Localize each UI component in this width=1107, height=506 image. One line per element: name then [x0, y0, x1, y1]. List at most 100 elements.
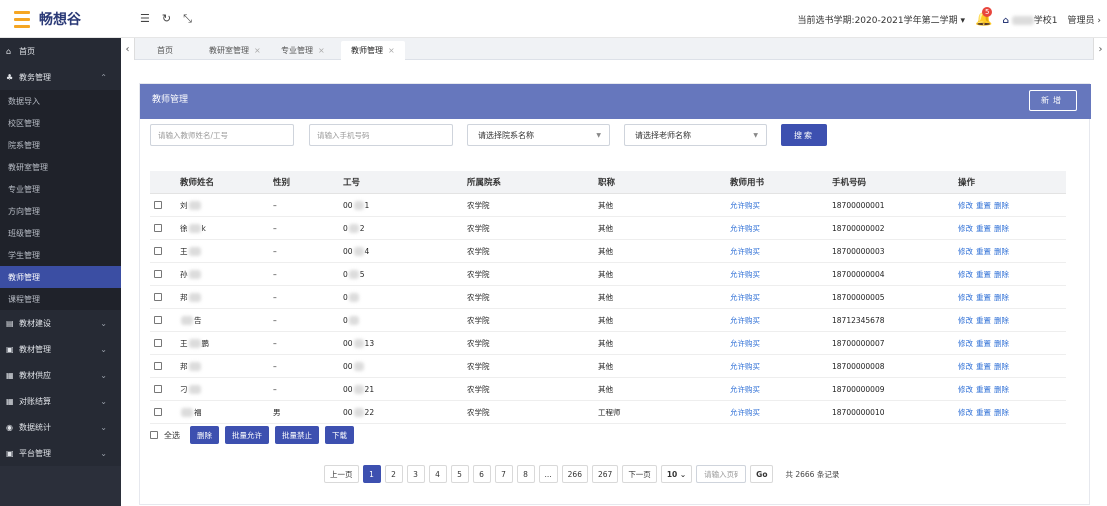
tab-2[interactable]: 专业管理 × — [271, 41, 335, 60]
tab-next-button[interactable]: › — [1093, 38, 1107, 60]
reset-link[interactable]: 重置 — [976, 292, 991, 303]
phone-input[interactable] — [309, 124, 453, 146]
allow-purchase-link[interactable]: 允许购买 — [730, 361, 760, 372]
sidebar-item-13[interactable]: ▣ 教材管理 ⌄ — [0, 336, 121, 362]
row-checkbox[interactable] — [154, 270, 162, 278]
sidebar-item-7[interactable]: 方向管理 — [0, 200, 121, 222]
edit-link[interactable]: 修改 — [958, 315, 973, 326]
delete-link[interactable]: 删除 — [994, 361, 1009, 372]
edit-link[interactable]: 修改 — [958, 361, 973, 372]
sidebar-item-12[interactable]: ▤ 教材建设 ⌄ — [0, 310, 121, 336]
delete-link[interactable]: 删除 — [994, 338, 1009, 349]
row-checkbox[interactable] — [154, 316, 162, 324]
sidebar-item-11[interactable]: 课程管理 — [0, 288, 121, 310]
allow-purchase-link[interactable]: 允许购买 — [730, 315, 760, 326]
row-checkbox[interactable] — [154, 339, 162, 347]
teacher-name-input[interactable] — [150, 124, 294, 146]
sidebar-item-6[interactable]: 专业管理 — [0, 178, 121, 200]
edit-link[interactable]: 修改 — [958, 246, 973, 257]
allow-purchase-link[interactable]: 允许购买 — [730, 384, 760, 395]
sidebar-item-9[interactable]: 学生管理 — [0, 244, 121, 266]
tab-prev-button[interactable]: ‹ — [121, 38, 135, 60]
close-icon[interactable]: × — [318, 46, 325, 55]
sidebar-item-15[interactable]: ▦ 对账结算 ⌄ — [0, 388, 121, 414]
sidebar-item-5[interactable]: 教研室管理 — [0, 156, 121, 178]
delete-link[interactable]: 删除 — [994, 384, 1009, 395]
row-checkbox[interactable] — [154, 385, 162, 393]
reset-link[interactable]: 重置 — [976, 315, 991, 326]
edit-link[interactable]: 修改 — [958, 384, 973, 395]
prev-page-button[interactable]: 上一页 — [324, 465, 359, 483]
sidebar-item-10[interactable]: 教师管理 — [0, 266, 121, 288]
close-icon[interactable]: × — [254, 46, 261, 55]
teacher-select[interactable]: 请选择老师名称 ▼ — [624, 124, 767, 146]
delete-link[interactable]: 删除 — [994, 292, 1009, 303]
download-button[interactable]: 下载 — [325, 426, 354, 444]
close-icon[interactable]: × — [388, 46, 395, 55]
page-button[interactable]: 2 — [384, 465, 403, 483]
allow-purchase-link[interactable]: 允许购买 — [730, 407, 760, 418]
edit-link[interactable]: 修改 — [958, 292, 973, 303]
goto-page-input[interactable] — [696, 465, 747, 483]
edit-link[interactable]: 修改 — [958, 223, 973, 234]
page-button[interactable]: 6 — [472, 465, 491, 483]
delete-link[interactable]: 删除 — [994, 315, 1009, 326]
batch-delete-button[interactable]: 删除 — [190, 426, 219, 444]
sidebar-item-1[interactable]: ♣ 教务管理 ⌃ — [0, 64, 121, 90]
row-checkbox[interactable] — [154, 247, 162, 255]
page-button[interactable]: 266 — [561, 465, 588, 483]
tab-3[interactable]: 教师管理 × — [341, 41, 405, 60]
sidebar-item-8[interactable]: 班级管理 — [0, 222, 121, 244]
delete-link[interactable]: 删除 — [994, 269, 1009, 280]
row-checkbox[interactable] — [154, 201, 162, 209]
reset-link[interactable]: 重置 — [976, 407, 991, 418]
row-checkbox[interactable] — [154, 293, 162, 301]
sidebar-item-3[interactable]: 校区管理 — [0, 112, 121, 134]
delete-link[interactable]: 删除 — [994, 223, 1009, 234]
go-button[interactable]: Go — [750, 465, 774, 483]
allow-purchase-link[interactable]: 允许购买 — [730, 269, 760, 280]
next-page-button[interactable]: 下一页 — [622, 465, 657, 483]
page-button[interactable]: 5 — [450, 465, 469, 483]
batch-allow-button[interactable]: 批量允许 — [225, 426, 269, 444]
delete-link[interactable]: 删除 — [994, 200, 1009, 211]
reset-link[interactable]: 重置 — [976, 361, 991, 372]
user-menu[interactable]: 管理员 › — [1068, 13, 1101, 26]
row-checkbox[interactable] — [154, 362, 162, 370]
allow-purchase-link[interactable]: 允许购买 — [730, 223, 760, 234]
page-button[interactable]: 7 — [494, 465, 513, 483]
reset-link[interactable]: 重置 — [976, 223, 991, 234]
edit-link[interactable]: 修改 — [958, 338, 973, 349]
menu-collapse-icon[interactable]: ☰ — [140, 12, 150, 26]
reset-link[interactable]: 重置 — [976, 200, 991, 211]
row-checkbox[interactable] — [154, 224, 162, 232]
school-selector[interactable]: ⌂ 学校1 — [1002, 13, 1058, 26]
delete-link[interactable]: 删除 — [994, 407, 1009, 418]
reset-link[interactable]: 重置 — [976, 269, 991, 280]
sidebar-item-2[interactable]: 数据导入 — [0, 90, 121, 112]
allow-purchase-link[interactable]: 允许购买 — [730, 246, 760, 257]
allow-purchase-link[interactable]: 允许购买 — [730, 292, 760, 303]
sidebar-item-14[interactable]: ▦ 教材供应 ⌄ — [0, 362, 121, 388]
search-button[interactable]: 搜索 — [781, 124, 827, 146]
page-size-select[interactable]: 10 ⌄ — [660, 465, 693, 483]
allow-purchase-link[interactable]: 允许购买 — [730, 338, 760, 349]
sidebar-item-0[interactable]: ⌂ 首页 — [0, 38, 121, 64]
delete-link[interactable]: 删除 — [994, 246, 1009, 257]
edit-link[interactable]: 修改 — [958, 200, 973, 211]
batch-forbid-button[interactable]: 批量禁止 — [275, 426, 319, 444]
page-button[interactable]: 1 — [362, 465, 381, 483]
dept-select[interactable]: 请选择院系名称 ▼ — [467, 124, 610, 146]
reset-link[interactable]: 重置 — [976, 246, 991, 257]
page-button[interactable]: 267 — [591, 465, 619, 483]
page-button[interactable]: 3 — [406, 465, 425, 483]
reset-link[interactable]: 重置 — [976, 338, 991, 349]
tab-0[interactable]: 首页 — [147, 41, 183, 60]
reset-link[interactable]: 重置 — [976, 384, 991, 395]
add-button[interactable]: 新增 — [1029, 90, 1077, 111]
tab-1[interactable]: 教研室管理 × — [199, 41, 271, 60]
fullscreen-icon[interactable]: ⤡ — [183, 12, 192, 26]
edit-link[interactable]: 修改 — [958, 269, 973, 280]
bell-icon[interactable]: 🔔 5 — [975, 7, 993, 27]
select-all-checkbox[interactable] — [150, 431, 158, 439]
